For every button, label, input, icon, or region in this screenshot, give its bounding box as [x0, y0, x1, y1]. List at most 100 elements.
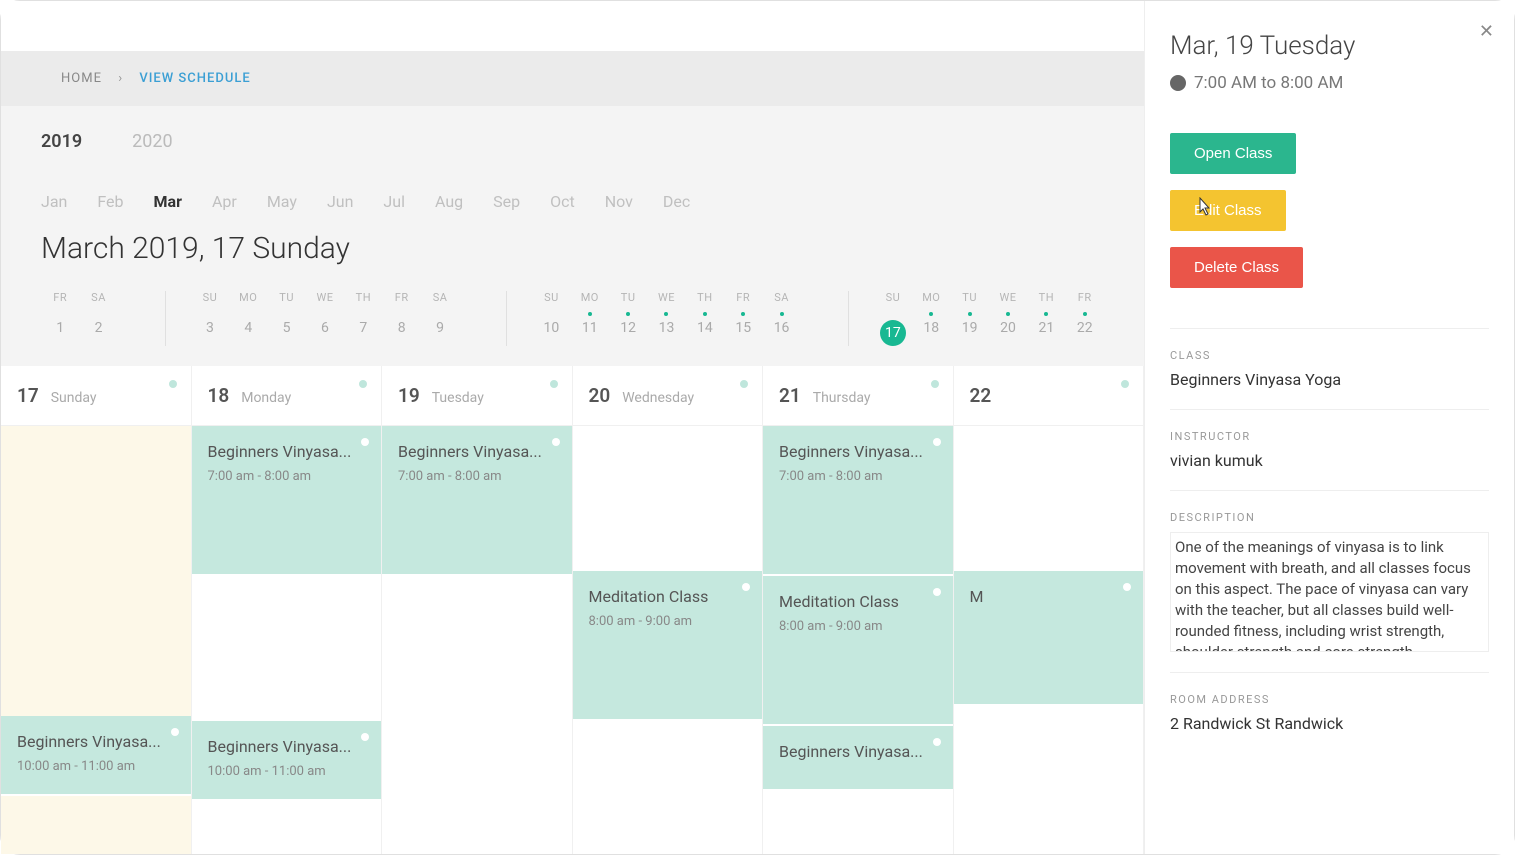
- address-value: 2 Randwick St Randwick: [1170, 714, 1489, 733]
- daystrip-day-1[interactable]: FR1: [41, 291, 79, 346]
- event-time: 7:00 am - 8:00 am: [779, 469, 937, 484]
- sidebar-time-text: 7:00 AM to 8:00 AM: [1194, 73, 1343, 93]
- breadcrumb-home[interactable]: HOME: [61, 71, 102, 86]
- breadcrumb-current[interactable]: VIEW SCHEDULE: [139, 71, 250, 86]
- event-card[interactable]: M: [954, 571, 1144, 706]
- event-dot-icon: [742, 583, 750, 591]
- month-mar[interactable]: Mar: [154, 192, 182, 211]
- status-dot-icon: [740, 380, 748, 388]
- daystrip-day-20[interactable]: WE20: [989, 291, 1027, 346]
- month-jan[interactable]: Jan: [41, 192, 67, 211]
- address-label: ROOM ADDRESS: [1170, 693, 1489, 706]
- daystrip-day-3[interactable]: SU3: [191, 291, 229, 346]
- month-selector: Jan Feb Mar Apr May Jun Jul Aug Sep Oct Nov Dec: [41, 167, 1104, 221]
- month-aug[interactable]: Aug: [435, 192, 463, 211]
- event-card[interactable]: Beginners Vinyasa... 7:00 am - 8:00 am: [192, 426, 382, 576]
- class-label: CLASS: [1170, 349, 1489, 362]
- page-title: March 2019, 17 Sunday: [41, 221, 1104, 291]
- sidebar-time: 7:00 AM to 8:00 AM: [1170, 73, 1489, 93]
- daystrip-day-8[interactable]: FR8: [383, 291, 421, 346]
- day-header: 20Wednesday: [573, 366, 763, 426]
- day-header: 21Thursday: [763, 366, 953, 426]
- event-dot-icon: [933, 738, 941, 746]
- day-header: 22: [954, 366, 1144, 426]
- event-card[interactable]: Beginners Vinyasa... 7:00 am - 8:00 am: [382, 426, 572, 576]
- event-dot-icon: [171, 728, 179, 736]
- event-title: Beginners Vinyasa...: [208, 737, 366, 756]
- day-header: 17Sunday: [1, 366, 191, 426]
- day-column-20: 20Wednesday Meditation Class8:00 am - 9:0…: [573, 366, 764, 854]
- daystrip-day-16[interactable]: SA16: [762, 291, 800, 346]
- instructor-value: vivian kumuk: [1170, 451, 1489, 470]
- event-title: Beginners Vinyasa...: [398, 442, 556, 461]
- event-card[interactable]: Beginners Vinyasa...10:00 am - 11:00 am: [192, 721, 382, 801]
- description-value[interactable]: One of the meanings of vinyasa is to lin…: [1170, 532, 1489, 652]
- event-dot-icon: [552, 438, 560, 446]
- calendar-body: 17Sunday Beginners Vinyasa... 10:00 am - 1…: [1, 366, 1144, 854]
- event-card[interactable]: Meditation Class8:00 am - 9:00 am: [573, 571, 763, 721]
- daystrip-day-15[interactable]: FR15: [724, 291, 762, 346]
- month-jun[interactable]: Jun: [327, 192, 353, 211]
- event-dot-icon: [361, 733, 369, 741]
- event-time: 7:00 am - 8:00 am: [398, 469, 556, 484]
- event-title: Beginners Vinyasa...: [17, 732, 175, 751]
- edit-class-button[interactable]: Edit Class: [1170, 190, 1286, 231]
- delete-class-button[interactable]: Delete Class: [1170, 247, 1303, 288]
- event-title: M: [970, 587, 1128, 606]
- event-dot-icon: [361, 438, 369, 446]
- daystrip-day-17[interactable]: SU17: [874, 291, 912, 346]
- event-title: Beginners Vinyasa...: [779, 742, 937, 761]
- daystrip-day-21[interactable]: TH21: [1027, 291, 1065, 346]
- day-header: 18Monday: [192, 366, 382, 426]
- year-2020[interactable]: 2020: [132, 131, 172, 152]
- open-class-button[interactable]: Open Class: [1170, 133, 1296, 174]
- class-value: Beginners Vinyasa Yoga: [1170, 370, 1489, 389]
- event-title: Meditation Class: [589, 587, 747, 606]
- event-card[interactable]: Beginners Vinyasa... 10:00 am - 11:00 am: [1, 716, 191, 796]
- daystrip-day-22[interactable]: FR22: [1066, 291, 1104, 346]
- month-jul[interactable]: Jul: [383, 192, 405, 211]
- month-sep[interactable]: Sep: [493, 192, 520, 211]
- daystrip-day-4[interactable]: MO4: [229, 291, 267, 346]
- daystrip-day-11[interactable]: MO11: [571, 291, 609, 346]
- daystrip-day-6[interactable]: WE6: [306, 291, 344, 346]
- daystrip-day-5[interactable]: TU5: [267, 291, 305, 346]
- sidebar-date: Mar, 19 Tuesday: [1170, 31, 1489, 61]
- event-title: Beginners Vinyasa...: [779, 442, 937, 461]
- top-bar: [1, 1, 1144, 51]
- daystrip-day-10[interactable]: SU10: [532, 291, 570, 346]
- daystrip-day-18[interactable]: MO18: [912, 291, 950, 346]
- day-column-21: 21Thursday Beginners Vinyasa... 7:00 am - …: [763, 366, 954, 854]
- event-time: 7:00 am - 8:00 am: [208, 469, 366, 484]
- daystrip-day-13[interactable]: WE13: [647, 291, 685, 346]
- status-dot-icon: [931, 380, 939, 388]
- event-time: 10:00 am - 11:00 am: [17, 759, 175, 774]
- event-card[interactable]: Beginners Vinyasa... 7:00 am - 8:00 am: [763, 426, 953, 576]
- daystrip-day-7[interactable]: TH7: [344, 291, 382, 346]
- daystrip-day-19[interactable]: TU19: [950, 291, 988, 346]
- day-column-22: 22 M: [954, 366, 1145, 854]
- day-column-19: 19TuesdayBeginners Vinyasa...7:00 am - 8…: [382, 366, 573, 854]
- status-dot-icon: [1121, 380, 1129, 388]
- clock-icon: [1170, 75, 1186, 91]
- event-title: Beginners Vinyasa...: [208, 442, 366, 461]
- year-2019[interactable]: 2019: [41, 131, 82, 152]
- event-card[interactable]: Meditation Class8:00 am - 9:00 am: [763, 576, 953, 726]
- close-icon[interactable]: ✕: [1479, 21, 1494, 42]
- month-dec[interactable]: Dec: [663, 192, 690, 211]
- month-oct[interactable]: Oct: [550, 192, 575, 211]
- daystrip-day-14[interactable]: TH14: [686, 291, 724, 346]
- daystrip-day-12[interactable]: TU12: [609, 291, 647, 346]
- day-column-18: 18Monday Beginners Vinyasa... 7:00 am - 8:…: [192, 366, 383, 854]
- month-may[interactable]: May: [267, 192, 297, 211]
- month-feb[interactable]: Feb: [97, 192, 123, 211]
- daystrip-day-2[interactable]: SA2: [79, 291, 117, 346]
- month-apr[interactable]: Apr: [212, 192, 237, 211]
- month-nov[interactable]: Nov: [605, 192, 633, 211]
- detail-sidebar: ✕ Mar, 19 Tuesday 7:00 AM to 8:00 AM Ope…: [1144, 1, 1514, 854]
- description-label: DESCRIPTION: [1170, 511, 1489, 524]
- daystrip-day-9[interactable]: SA9: [421, 291, 459, 346]
- event-time: 8:00 am - 9:00 am: [779, 619, 937, 634]
- event-card[interactable]: Beginners Vinyasa...: [763, 726, 953, 791]
- status-dot-icon: [359, 380, 367, 388]
